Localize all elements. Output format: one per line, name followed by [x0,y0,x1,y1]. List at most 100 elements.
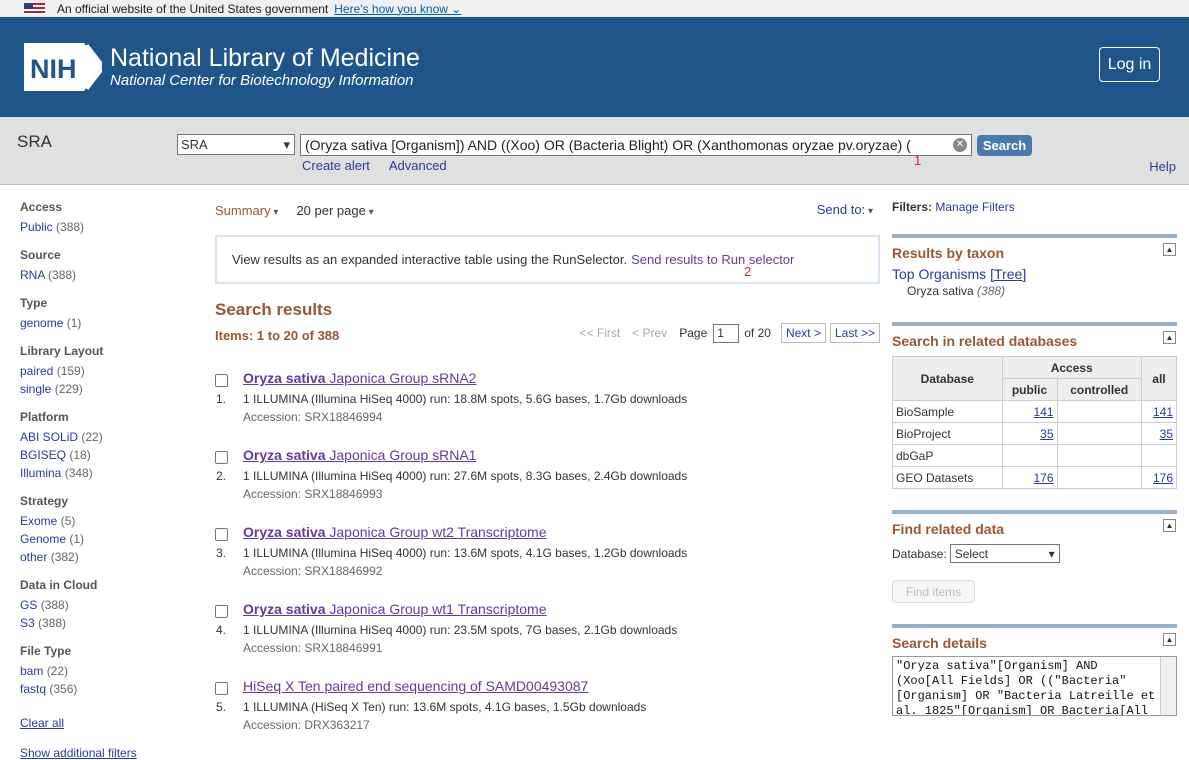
filter-item[interactable]: ABI SOLiD (22) [20,428,190,446]
top-organisms-link[interactable]: Top Organisms [892,266,986,282]
result-checkbox[interactable] [215,374,228,387]
filter-item-count: (388) [56,220,85,234]
result-checkbox[interactable] [215,682,228,695]
result-checkbox[interactable] [215,605,228,618]
result-checkbox[interactable] [215,528,228,541]
filter-item-label: genome [20,316,64,330]
filter-item[interactable]: S3 (388) [20,614,190,632]
result-item: 4. Oryza sativa Japonica Group wt1 Transc… [215,599,880,676]
scrollbar[interactable] [1160,657,1176,715]
filter-item-label: GS [20,598,38,612]
filter-item-count: (22) [46,664,69,678]
filter-item[interactable]: RNA (388) [20,266,190,284]
filter-item[interactable]: BGISEQ (18) [20,446,190,464]
last-page-button[interactable]: Last >> [829,323,880,343]
filter-item[interactable]: Exome (5) [20,512,190,530]
result-title-link[interactable]: Oryza sativa Japonica Group sRNA1 [243,447,476,463]
nih-logo-icon: NIH [24,43,102,91]
nlm-logo-link[interactable]: NIH National Library of Medicine Nationa… [24,43,420,91]
advanced-search-link[interactable]: Advanced [389,158,447,173]
taxon-heading: Results by taxon [892,245,1005,261]
organism-link[interactable]: Oryza sativa [907,284,974,298]
manage-filters-link[interactable]: Manage Filters [935,200,1014,214]
organism-count: (388) [977,284,1006,298]
result-checkbox[interactable] [215,451,228,464]
filter-heading: Strategy [20,494,69,508]
public-count-link[interactable]: 35 [1001,422,1058,445]
filter-item[interactable]: genome (1) [20,314,190,332]
filter-heading: Platform [20,410,69,424]
controlled-count [1056,444,1142,467]
result-description: 1 ILLUMINA (Illumina HiSeq 4000) run: 18… [243,392,688,406]
database-select[interactable]: SRA ▾ [177,134,295,155]
related-db-row: BioSample 141 141 [892,400,1178,423]
site-header: NIH National Library of Medicine Nationa… [0,17,1189,117]
all-count-link[interactable]: 176 [1140,466,1178,489]
filter-item-label: Genome [20,532,67,546]
next-page-button[interactable]: Next > [780,323,826,343]
help-link[interactable]: Help [1149,159,1176,174]
find-items-button[interactable]: Find items [892,580,975,603]
show-additional-filters-link[interactable]: Show additional filters [20,746,190,760]
send-to-dropdown[interactable]: Send to: [817,202,873,217]
result-item: 5. HiSeq X Ten paired end sequencing of S… [215,676,880,753]
filter-group: Strategy Exome (5) Genome (1) other (382) [20,494,190,566]
search-button[interactable]: Search [977,135,1032,156]
all-count-link[interactable]: 35 [1140,422,1178,445]
create-alert-link[interactable]: Create alert [302,158,370,173]
public-count-link[interactable] [1001,444,1058,467]
result-title-link[interactable]: HiSeq X Ten paired end sequencing of SAM… [243,678,588,694]
filter-item[interactable]: Genome (1) [20,530,190,548]
filter-item[interactable]: fastq (356) [20,680,190,698]
how-you-know-link[interactable]: Here's how you know ⌄ [334,2,461,16]
per-page-dropdown[interactable]: 20 per page [296,203,373,218]
tree-link[interactable]: [Tree] [990,266,1026,282]
search-bar: SRA SRA ▾ (Oryza sativa [Organism]) AND (… [0,117,1189,185]
filter-item[interactable]: paired (159) [20,362,190,380]
result-item: 1. Oryza sativa Japonica Group sRNA2 1 ILL… [215,368,880,445]
page-number-input[interactable]: 1 [713,323,740,343]
filter-item[interactable]: GS (388) [20,596,190,614]
filter-item[interactable]: Illumina (348) [20,464,190,482]
result-title-link[interactable]: Oryza sativa Japonica Group wt2 Transcri… [243,524,547,540]
all-count-link[interactable] [1140,444,1178,467]
collapse-toggle-icon[interactable]: ▲ [1163,633,1176,646]
result-title-link[interactable]: Oryza sativa Japonica Group sRNA2 [243,370,476,386]
filter-item[interactable]: Public (388) [20,218,190,236]
result-list: 1. Oryza sativa Japonica Group sRNA2 1 ILL… [215,368,880,753]
filter-group: Source RNA (388) [20,248,190,284]
collapse-toggle-icon[interactable]: ▲ [1163,243,1176,256]
collapse-toggle-icon[interactable]: ▲ [1163,519,1176,532]
collapse-toggle-icon[interactable]: ▲ [1163,331,1176,344]
filter-item-count: (388) [38,616,67,630]
related-database-select[interactable]: Select ▾ [949,544,1060,563]
filter-item-count: (1) [66,316,82,330]
controlled-count [1056,466,1142,489]
result-description: 1 ILLUMINA (Illumina HiSeq 4000) run: 27… [243,469,688,483]
result-number: 5. [216,700,227,714]
all-count-link[interactable]: 141 [1140,400,1178,423]
controlled-count [1056,400,1142,423]
clear-icon[interactable]: ✕ [953,138,967,152]
col-all: all [1140,356,1178,401]
filter-group: Platform ABI SOLiD (22) BGISEQ (18) Illumin… [20,410,190,482]
annotation-marker-2: 2 [744,264,752,279]
result-title-link[interactable]: Oryza sativa Japonica Group wt1 Transcri… [243,601,547,617]
prev-page-link: < Prev [632,326,668,340]
filter-item[interactable]: other (382) [20,548,190,566]
filter-item[interactable]: bam (22) [20,662,190,680]
related-db-row: dbGaP [892,444,1178,467]
filter-heading: Access [20,200,63,214]
items-count: Items: 1 to 20 of 388 [215,328,340,343]
login-button[interactable]: Log in [1099,47,1160,82]
search-details-textarea[interactable]: "Oryza sativa"[Organism] AND (Xoo[All Fi… [892,656,1177,716]
clear-all-link[interactable]: Clear all [20,716,190,730]
filter-group: Data in Cloud GS (388) S3 (388) [20,578,190,632]
summary-format-dropdown[interactable]: Summary [215,203,278,218]
run-selector-link[interactable]: Send results to Run selector [631,252,794,267]
related-db-portlet: Search in related databases ▲ Database A… [892,322,1178,489]
search-input[interactable]: (Oryza sativa [Organism]) AND ((Xoo) OR … [300,134,972,156]
filter-item[interactable]: single (229) [20,380,190,398]
public-count-link[interactable]: 141 [1001,400,1058,423]
public-count-link[interactable]: 176 [1001,466,1058,489]
